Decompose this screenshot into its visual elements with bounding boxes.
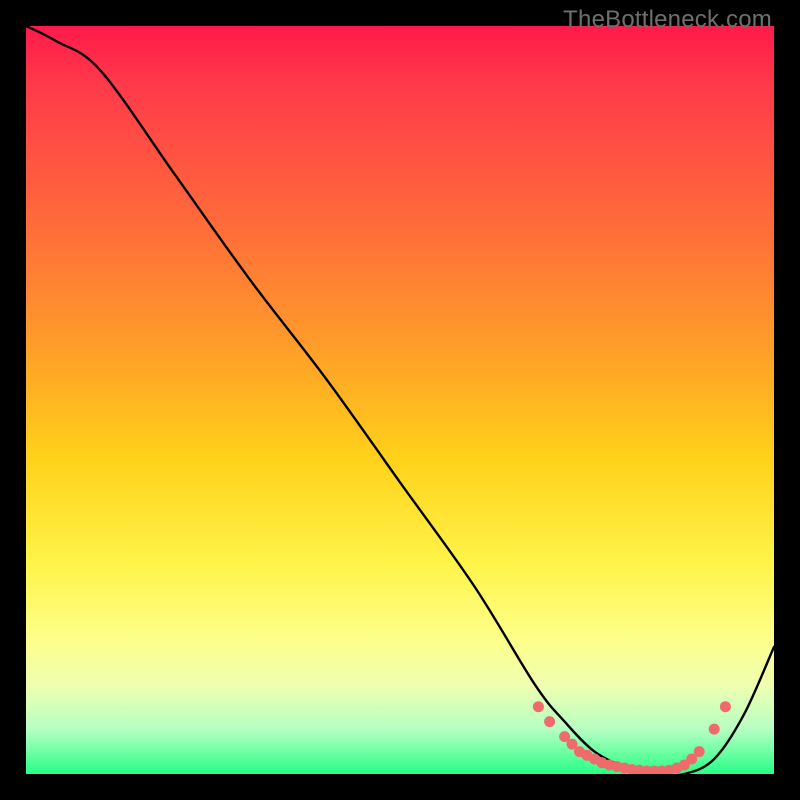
highlight-dot <box>544 716 555 727</box>
chart-svg <box>26 26 774 774</box>
highlight-dot <box>709 724 720 735</box>
attribution-label: TheBottleneck.com <box>563 6 772 34</box>
highlight-dot <box>694 746 705 757</box>
plot-area <box>26 26 774 774</box>
highlight-dot <box>533 701 544 712</box>
highlight-dot <box>720 701 731 712</box>
chart-stage: TheBottleneck.com <box>0 0 800 800</box>
marker-group <box>533 701 731 774</box>
bottleneck-curve-path <box>26 26 774 774</box>
